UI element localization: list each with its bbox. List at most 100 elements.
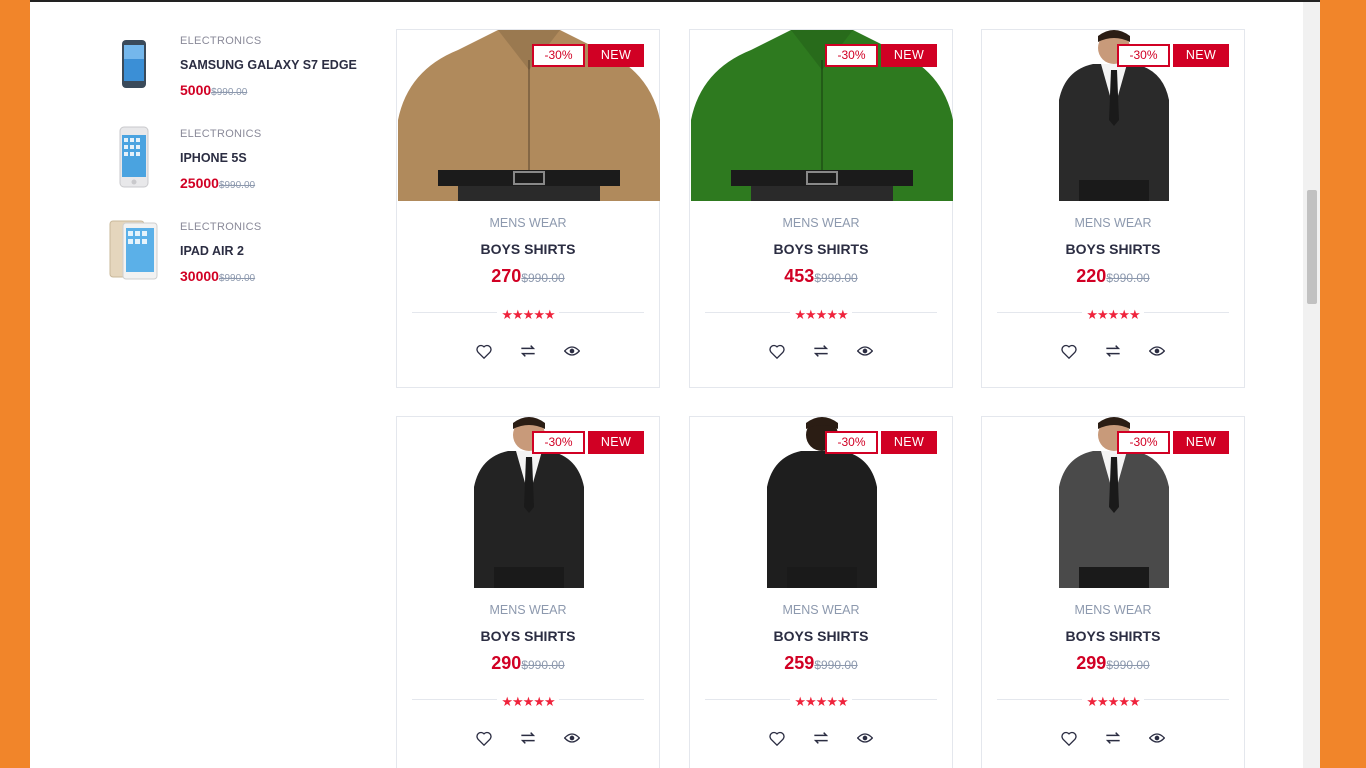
new-badge: NEW xyxy=(881,431,937,454)
product-category: MENS WEAR xyxy=(1074,603,1152,617)
heart-icon xyxy=(769,344,785,359)
product-actions xyxy=(690,342,952,360)
price-current: 5000 xyxy=(180,82,212,98)
eye-button[interactable] xyxy=(856,342,874,360)
product-card[interactable]: -30% NEW MENS WEAR BOYS SHIRTS 290$990.0… xyxy=(396,416,660,768)
heart-icon xyxy=(1061,731,1077,746)
product-name[interactable]: BOYS SHIRTS xyxy=(397,628,659,644)
product-price: 270$990.00 xyxy=(397,266,659,287)
heart-icon xyxy=(476,344,492,359)
page: ELECTRONICS SAMSUNG GALAXY S7 EDGE 5000$… xyxy=(30,0,1320,768)
exchange-button[interactable] xyxy=(812,342,830,360)
new-badge: NEW xyxy=(1173,44,1229,67)
vertical-scrollbar[interactable] xyxy=(1303,2,1320,768)
eye-icon xyxy=(1149,345,1165,357)
sale-badge: -30% xyxy=(825,431,878,454)
product-actions xyxy=(982,342,1244,360)
new-badge: NEW xyxy=(588,431,644,454)
side-product-item[interactable]: ELECTRONICS IPAD AIR 2 30000$990.00 xyxy=(108,216,368,309)
price-old: $990.00 xyxy=(1106,658,1150,672)
heart-button[interactable] xyxy=(1060,342,1078,360)
price-old: $990.00 xyxy=(218,180,256,191)
product-category: MENS WEAR xyxy=(489,603,567,617)
product-price: 259$990.00 xyxy=(690,653,952,674)
rating-stars: ★★★★★ xyxy=(982,304,1244,323)
eye-button[interactable] xyxy=(856,729,874,747)
product-name[interactable]: BOYS SHIRTS xyxy=(690,241,952,257)
eye-icon xyxy=(1149,732,1165,744)
rating-stars: ★★★★★ xyxy=(690,304,952,323)
product-actions xyxy=(690,729,952,747)
rating-stars: ★★★★★ xyxy=(982,691,1244,710)
product-category: MENS WEAR xyxy=(489,216,567,230)
exchange-button[interactable] xyxy=(519,342,537,360)
side-product-name[interactable]: IPHONE 5S xyxy=(180,151,247,165)
exchange-icon xyxy=(520,344,536,358)
price-old: $990.00 xyxy=(218,273,256,284)
price-old: $990.00 xyxy=(1106,271,1150,285)
product-card[interactable]: -30% NEW MENS WEAR BOYS SHIRTS 220$990.0… xyxy=(981,29,1245,388)
price-old: $990.00 xyxy=(521,658,565,672)
heart-button[interactable] xyxy=(475,729,493,747)
product-category: MENS WEAR xyxy=(782,603,860,617)
product-card[interactable]: -30% NEW MENS WEAR BOYS SHIRTS 453$990.0… xyxy=(689,29,953,388)
product-name[interactable]: BOYS SHIRTS xyxy=(982,241,1244,257)
eye-button[interactable] xyxy=(1148,729,1166,747)
sale-badge: -30% xyxy=(1117,431,1170,454)
sale-badge: -30% xyxy=(1117,44,1170,67)
eye-button[interactable] xyxy=(563,342,581,360)
product-card[interactable]: -30% NEW MENS WEAR BOYS SHIRTS 299$990.0… xyxy=(981,416,1245,768)
side-product-item[interactable]: ELECTRONICS IPHONE 5S 25000$990.00 xyxy=(108,123,368,216)
product-actions xyxy=(397,729,659,747)
eye-button[interactable] xyxy=(1148,342,1166,360)
phone-icon xyxy=(108,126,160,188)
price-current: 290 xyxy=(491,653,522,673)
product-card[interactable]: -30% NEW MENS WEAR BOYS SHIRTS 259$990.0… xyxy=(689,416,953,768)
product-actions xyxy=(982,729,1244,747)
rating-stars: ★★★★★ xyxy=(690,691,952,710)
scrollbar-thumb[interactable] xyxy=(1307,190,1317,304)
side-product-price: 25000$990.00 xyxy=(180,175,255,193)
exchange-button[interactable] xyxy=(812,729,830,747)
sale-badge: -30% xyxy=(532,44,585,67)
side-product-category: ELECTRONICS xyxy=(180,35,262,47)
exchange-icon xyxy=(1105,731,1121,745)
exchange-button[interactable] xyxy=(1104,729,1122,747)
price-old: $990.00 xyxy=(814,271,858,285)
side-product-category: ELECTRONICS xyxy=(180,221,262,233)
new-badge: NEW xyxy=(588,44,644,67)
phone-icon xyxy=(108,36,160,92)
heart-icon xyxy=(476,731,492,746)
exchange-button[interactable] xyxy=(1104,342,1122,360)
product-name[interactable]: BOYS SHIRTS xyxy=(690,628,952,644)
sale-badge: -30% xyxy=(532,431,585,454)
side-product-list: ELECTRONICS SAMSUNG GALAXY S7 EDGE 5000$… xyxy=(108,30,368,309)
side-product-item[interactable]: ELECTRONICS SAMSUNG GALAXY S7 EDGE 5000$… xyxy=(108,30,368,123)
exchange-icon xyxy=(813,731,829,745)
price-current: 259 xyxy=(784,653,815,673)
product-price: 220$990.00 xyxy=(982,266,1244,287)
eye-icon xyxy=(564,732,580,744)
eye-icon xyxy=(564,345,580,357)
heart-button[interactable] xyxy=(1060,729,1078,747)
exchange-button[interactable] xyxy=(519,729,537,747)
price-current: 270 xyxy=(491,266,522,286)
exchange-icon xyxy=(813,344,829,358)
rating-stars: ★★★★★ xyxy=(397,691,659,710)
side-product-category: ELECTRONICS xyxy=(180,128,262,140)
price-old: $990.00 xyxy=(814,658,858,672)
heart-button[interactable] xyxy=(768,729,786,747)
product-actions xyxy=(397,342,659,360)
product-name[interactable]: BOYS SHIRTS xyxy=(397,241,659,257)
product-card[interactable]: -30% NEW MENS WEAR BOYS SHIRTS 270$990.0… xyxy=(396,29,660,388)
side-product-price: 5000$990.00 xyxy=(180,82,247,100)
product-name[interactable]: BOYS SHIRTS xyxy=(982,628,1244,644)
eye-button[interactable] xyxy=(563,729,581,747)
heart-icon xyxy=(769,731,785,746)
side-product-name[interactable]: SAMSUNG GALAXY S7 EDGE xyxy=(180,58,357,72)
new-badge: NEW xyxy=(1173,431,1229,454)
heart-button[interactable] xyxy=(475,342,493,360)
heart-button[interactable] xyxy=(768,342,786,360)
side-product-price: 30000$990.00 xyxy=(180,268,255,286)
side-product-name[interactable]: IPAD AIR 2 xyxy=(180,244,244,258)
